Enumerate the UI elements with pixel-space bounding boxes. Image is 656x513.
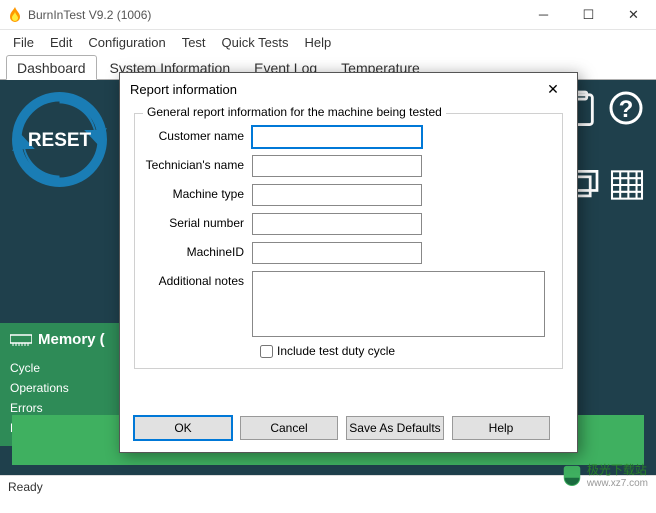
- help-button[interactable]: Help: [452, 416, 550, 440]
- memory-title-text: Memory (: [38, 331, 105, 348]
- grid-view-icon[interactable]: [610, 170, 644, 200]
- watermark-icon: [561, 464, 583, 486]
- dialog-close-button[interactable]: ✕: [539, 77, 567, 101]
- menu-configuration[interactable]: Configuration: [81, 33, 172, 52]
- dialog-title-text: Report information: [130, 82, 539, 97]
- menu-edit[interactable]: Edit: [43, 33, 79, 52]
- machineid-label: MachineID: [145, 242, 252, 259]
- additional-notes-label: Additional notes: [145, 271, 252, 288]
- help-icon[interactable]: ?: [608, 90, 644, 128]
- save-as-defaults-button[interactable]: Save As Defaults: [346, 416, 444, 440]
- additional-notes-textarea[interactable]: [252, 271, 545, 337]
- technician-name-label: Technician's name: [145, 155, 252, 172]
- menu-file[interactable]: File: [6, 33, 41, 52]
- machineid-input[interactable]: [252, 242, 422, 264]
- watermark: 极光下载站 www.xz7.com: [561, 461, 648, 489]
- memory-row: Operations: [10, 378, 120, 398]
- reset-button[interactable]: RESET: [12, 92, 107, 190]
- technician-name-input[interactable]: [252, 155, 422, 177]
- tab-dashboard[interactable]: Dashboard: [6, 55, 97, 80]
- reset-label: RESET: [28, 130, 92, 151]
- app-icon: [8, 7, 22, 23]
- menu-quick-tests[interactable]: Quick Tests: [215, 33, 296, 52]
- report-information-dialog: Report information ✕ General report info…: [119, 72, 578, 453]
- machine-type-input[interactable]: [252, 184, 422, 206]
- menu-test[interactable]: Test: [175, 33, 213, 52]
- dialog-buttons: OK Cancel Save As Defaults Help: [120, 406, 577, 452]
- maximize-button[interactable]: ☐: [566, 0, 611, 30]
- include-duty-cycle-checkbox[interactable]: [260, 345, 273, 358]
- dialog-titlebar: Report information ✕: [120, 73, 577, 105]
- statusbar: Ready: [0, 475, 656, 497]
- customer-name-label: Customer name: [145, 126, 252, 143]
- general-report-groupbox: General report information for the machi…: [134, 113, 563, 369]
- menubar: File Edit Configuration Test Quick Tests…: [0, 30, 656, 54]
- menu-help[interactable]: Help: [297, 33, 338, 52]
- cancel-button[interactable]: Cancel: [240, 416, 338, 440]
- dialog-body: General report information for the machi…: [120, 105, 577, 406]
- watermark-text: 极光下载站: [587, 461, 648, 478]
- close-button[interactable]: ✕: [611, 0, 656, 30]
- serial-number-input[interactable]: [252, 213, 422, 235]
- serial-number-label: Serial number: [145, 213, 252, 230]
- memory-icon: [10, 333, 32, 347]
- machine-type-label: Machine type: [145, 184, 252, 201]
- watermark-url: www.xz7.com: [587, 478, 648, 489]
- include-duty-cycle-label: Include test duty cycle: [277, 344, 395, 358]
- titlebar: BurnInTest V9.2 (1006) ─ ☐ ✕: [0, 0, 656, 30]
- customer-name-input[interactable]: [252, 126, 422, 148]
- status-text: Ready: [8, 480, 43, 494]
- memory-title: Memory (: [10, 331, 120, 348]
- ok-button[interactable]: OK: [134, 416, 232, 440]
- memory-row: Cycle: [10, 358, 120, 378]
- svg-text:?: ?: [619, 96, 634, 123]
- window-controls: ─ ☐ ✕: [521, 0, 656, 30]
- minimize-button[interactable]: ─: [521, 0, 566, 30]
- window-title: BurnInTest V9.2 (1006): [28, 8, 521, 22]
- groupbox-title: General report information for the machi…: [143, 105, 446, 119]
